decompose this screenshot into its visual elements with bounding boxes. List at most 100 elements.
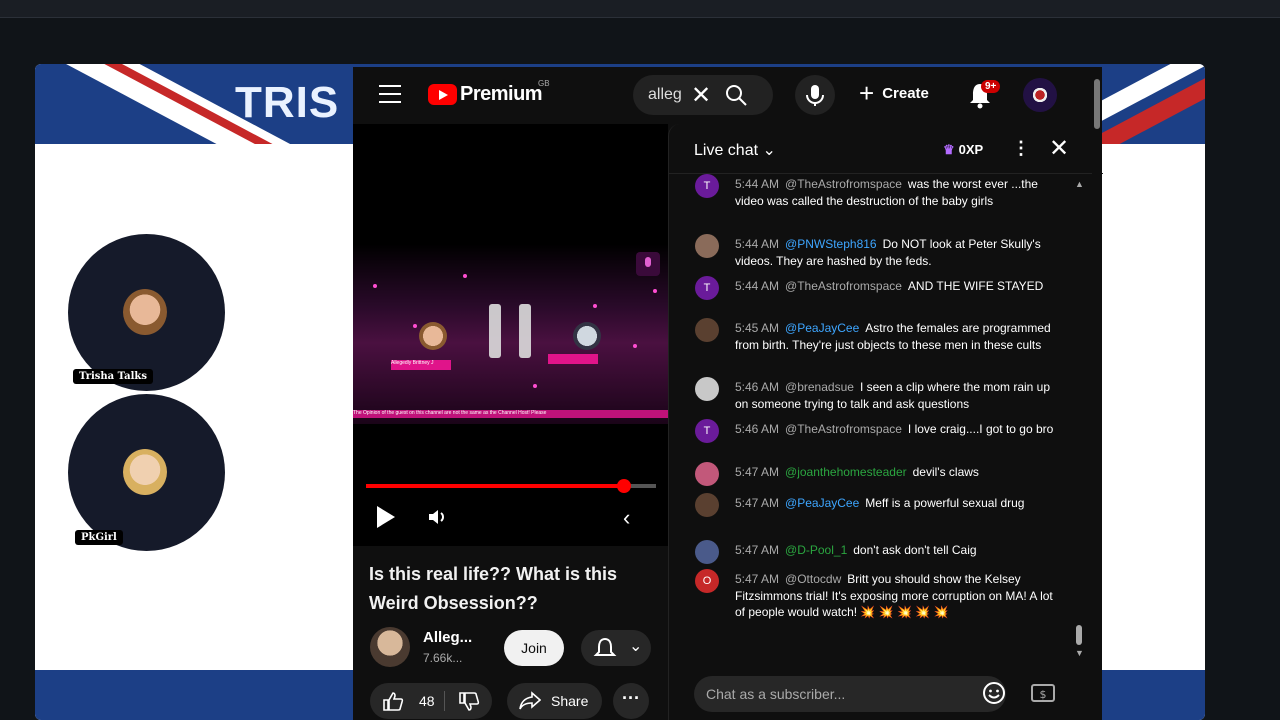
chat-avatar[interactable] [695,377,719,401]
page-scrollbar[interactable] [1092,67,1102,720]
chevron-down-icon: ⌄ [762,142,776,159]
pause-icon [489,304,501,358]
video-frame: Allegedly Brittney J The Opinion of the … [353,244,668,424]
chat-more-icon[interactable]: ⋮ [1012,138,1030,159]
join-button[interactable]: Join [504,630,564,666]
logo-text: Premium [460,83,543,105]
emoji-icon[interactable] [982,681,1006,705]
close-chat-icon[interactable]: ✕ [1049,134,1069,163]
channel-avatar[interactable] [370,627,410,667]
chat-timestamp: 5:47 AM [735,543,780,557]
chat-text: I love craig....I got to go bro [907,422,1054,436]
youtube-logo[interactable]: Premium GB [428,79,550,106]
sparkle [463,274,467,278]
guest-tag: Trisha Talks [73,369,153,384]
crown-icon: ♛ [943,142,955,157]
chat-timestamp: 5:46 AM [735,380,780,394]
chat-author[interactable]: @Ottocdw [785,572,841,586]
search-icon[interactable] [724,83,748,107]
more-actions-button[interactable]: ··· [613,683,649,719]
chat-avatar[interactable]: T [695,419,719,443]
chat-author[interactable]: @PeaJayCee [785,496,859,510]
chevron-left-icon[interactable]: ‹ [623,505,630,531]
chat-timestamp: 5:44 AM [735,237,780,251]
sparkle [633,344,637,348]
search-input[interactable]: alleg [648,86,682,104]
create-button[interactable]: + Create [859,80,929,106]
video-ticker: The Opinion of the guest on this channel… [353,410,668,418]
video-guest-face [573,322,601,350]
chat-message-body: 5:44 AM @TheAstrofromspace AND THE WIFE ST… [735,278,1065,295]
like-icon[interactable] [382,691,404,711]
chat-message-list[interactable]: T 5:44 AM @TheAstrofromspace was the worst … [669,174,1103,664]
page-scrollbar-thumb[interactable] [1094,79,1100,129]
chat-timestamp: 5:47 AM [735,465,780,479]
chat-message-body: 5:46 AM @TheAstrofromspace I love craig...… [735,421,1065,438]
svg-text:$: $ [1040,688,1047,701]
video-player[interactable]: Allegedly Brittney J The Opinion of the … [353,124,668,546]
chat-author[interactable]: @TheAstrofromspace [785,279,902,293]
sparkle [533,384,537,388]
chat-avatar[interactable] [695,540,719,564]
xp-badge[interactable]: ♛ 0XP [943,142,983,158]
search-bar[interactable]: alleg ✕ [633,75,773,115]
chat-avatar[interactable]: T [695,174,719,198]
chat-avatar[interactable]: T [695,276,719,300]
chat-avatar[interactable] [695,318,719,342]
live-chat-dropdown[interactable]: Live chat ⌄ [694,140,776,160]
super-chat-icon[interactable]: $ [1031,682,1055,704]
chat-timestamp: 5:44 AM [735,177,780,191]
like-dislike-bar: 48 [370,683,492,719]
chat-avatar[interactable] [695,462,719,486]
chat-avatar[interactable] [695,493,719,517]
chat-input[interactable]: Chat as a subscriber... [694,676,1006,712]
sparkle [593,304,597,308]
account-avatar[interactable] [1023,78,1057,112]
chat-message-body: 5:47 AM @PeaJayCee Meff is a powerful sexu… [735,495,1065,512]
video-title: Is this real life?? What is this Weird O… [369,564,618,613]
video-progress-bar[interactable] [366,479,656,493]
subscriber-count: 7.66k... [423,651,463,665]
live-chat-title: Live chat [694,142,759,159]
region-label: GB [538,79,550,88]
chat-author[interactable]: @TheAstrofromspace [785,422,902,436]
chat-avatar[interactable]: O [695,569,719,593]
chat-author[interactable]: @D-Pool_1 [785,543,847,557]
volume-icon[interactable] [426,506,448,528]
chat-text: Astro the females are programmed from bi… [735,321,1051,352]
share-button[interactable]: Share [507,683,602,719]
progress-handle[interactable] [617,479,632,493]
chat-avatar[interactable] [695,234,719,258]
voice-search-button[interactable] [795,75,835,115]
chat-timestamp: 5:47 AM [735,496,780,510]
chat-author[interactable]: @joanthehomesteader [785,465,907,479]
dislike-icon[interactable] [458,692,480,712]
banner-title: TRIS [235,78,340,127]
chat-text: Do NOT look at Peter Skully's videos. Th… [735,237,1041,268]
youtube-play-icon [428,84,457,105]
channel-name[interactable]: Alleg... [423,629,472,646]
scroll-down-arrow[interactable]: ▼ [1075,648,1084,658]
browser-top-bar [0,0,1280,18]
youtube-window: Premium GB alleg ✕ + Create 9+ Allegedly … [353,67,1103,720]
chat-timestamp: 5:44 AM [735,279,780,293]
like-count: 48 [419,693,435,709]
chat-author[interactable]: @PeaJayCee [785,321,859,335]
clear-search-icon[interactable]: ✕ [691,81,711,110]
youtube-header: Premium GB alleg ✕ + Create 9+ [353,67,1102,123]
scroll-up-arrow[interactable]: ▲ [1075,179,1084,189]
chat-author[interactable]: @TheAstrofromspace [785,177,902,191]
notification-settings-button[interactable]: ⌄ [581,630,651,666]
share-label: Share [551,693,589,709]
menu-icon[interactable] [379,85,401,103]
chat-author[interactable]: @PNWSteph816 [785,237,877,251]
chat-text: devil's claws [912,465,979,479]
chat-scrollbar-thumb[interactable] [1076,625,1082,645]
play-icon[interactable] [377,506,395,528]
progress-fill [366,484,625,488]
chat-author[interactable]: @brenadsue [785,380,854,394]
guest-tag: PkGirl [75,530,123,545]
pause-icon [519,304,531,358]
chat-input-placeholder: Chat as a subscriber... [706,686,846,702]
chat-message-body: 5:45 AM @PeaJayCee Astro the females are p… [735,320,1065,353]
